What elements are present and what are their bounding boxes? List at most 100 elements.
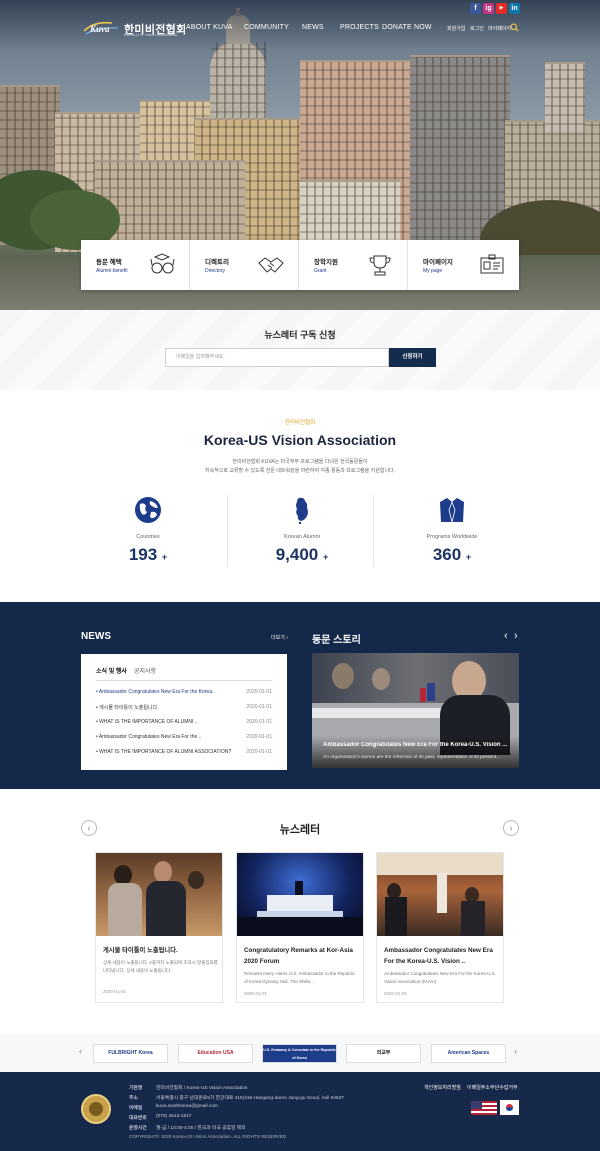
about-desc-line2: 지속적으로 교류할 수 있도록 전문 네트워킹을 마련하여 각종 활동과 프로그… [204, 468, 396, 474]
quick-title: 마이페이지 [423, 259, 453, 266]
signup-link[interactable]: 회원가입 [447, 25, 465, 32]
story-headline[interactable]: Ambassador Congratulates New Era For the… [323, 742, 508, 748]
story-title: 동문 스토리 [312, 635, 361, 646]
news-item-title: Ambassador Congratulates New Era For the… [98, 689, 215, 695]
partners-next-button[interactable]: › [514, 1046, 517, 1056]
id-card-icon [480, 254, 504, 274]
divider [96, 680, 272, 681]
subscribe-title: 뉴스레터 구독 신청 [264, 330, 336, 340]
us-flag-icon[interactable] [471, 1101, 497, 1115]
nav-about[interactable]: ABOUT KUVA [186, 24, 232, 31]
news-item[interactable]: • WHAT IS THE IMPORTANCE OF ALUMNI .. 202… [96, 719, 272, 725]
glasses-icon [150, 253, 175, 274]
news-item[interactable]: • WHAT IS THE IMPORTANCE OF ALUMNI ASSOC… [96, 749, 272, 755]
linkedin-icon[interactable]: in [509, 3, 520, 14]
card-image [377, 853, 503, 936]
card-date: 2020-01-01 [244, 991, 268, 996]
globe-icon [135, 497, 161, 523]
story-prev-button[interactable]: ‹ [504, 630, 508, 642]
nav-news[interactable]: NEWS [302, 24, 324, 31]
footer-value: (070) 4513-1517 [156, 1114, 192, 1119]
instagram-icon[interactable]: ig [483, 3, 494, 14]
quick-mypage[interactable]: 마이페이지 My page [408, 240, 519, 290]
stat-label: Programs Worldwide [426, 534, 478, 540]
quick-directory[interactable]: 디렉토리 Directory [190, 240, 299, 290]
org-subtitle: Korea-U.S. Vision Association [124, 32, 178, 37]
stat-value: 193 + [75, 545, 221, 565]
footer-value: 한미비전협회 / Korea-US Vision Association [156, 1086, 248, 1091]
nav-projects[interactable]: PROJECTS [340, 24, 379, 31]
quick-sub: Grant [314, 268, 327, 274]
footer-key: 대표번호 [129, 1116, 147, 1121]
quick-title: 장학지원 [314, 259, 338, 266]
email-policy-link[interactable]: 이메일주소무단수집거부 [467, 1084, 518, 1091]
news-item-title: Ambassador Congratulates New Era For the… [98, 734, 202, 740]
stat-number: 360 [432, 545, 462, 564]
news-item[interactable]: • Ambassador Congratulates New Era For t… [96, 734, 272, 740]
logo-icon[interactable]: Kuva [82, 17, 120, 37]
tab-events[interactable]: 소식 및 행사 [96, 666, 127, 675]
stat-value: 360 + [379, 545, 525, 565]
quick-grant[interactable]: 장학지원 Grant [299, 240, 408, 290]
stat-value: 9,400 + [229, 545, 375, 565]
newsletter-next-button[interactable]: › [503, 820, 519, 836]
card-title: Ambassador Congratulates New Era For the… [384, 947, 493, 965]
embassy-seal-icon [81, 1094, 111, 1124]
email-field[interactable]: 이메일을 입력해주세요. [165, 348, 389, 367]
news-item-title: WHAT IS THE IMPORTANCE OF ALUMNI .. [99, 719, 198, 725]
stat-alumni: Korean Alumni 9,400 + [229, 492, 375, 572]
privacy-link[interactable]: 개인정보처리방침 [424, 1084, 461, 1091]
news-item-date: 2020-01-01 [246, 719, 272, 725]
handshake-icon [258, 257, 284, 273]
partner-fulbright[interactable]: FULBRIGHT Korea [93, 1044, 168, 1063]
search-icon[interactable] [510, 23, 519, 32]
quick-sub: Alumni benefit [96, 268, 128, 274]
card-date: 2020-01-01 [384, 991, 408, 996]
footer-key: 운영시간 [129, 1126, 147, 1131]
nav-donate[interactable]: DONATE NOW [382, 24, 432, 31]
korea-flag-icon[interactable] [500, 1100, 519, 1115]
newsletter-card[interactable]: Congratulatory Remarks at Kor-Asia 2020 … [236, 852, 364, 1003]
partner-education-usa[interactable]: Education USA [178, 1044, 253, 1063]
stat-number: 9,400 [275, 545, 319, 564]
stat-plus: + [323, 552, 329, 562]
stat-label: Korean Alumni [284, 534, 320, 540]
divider [227, 495, 228, 567]
newsletter-prev-button[interactable]: ‹ [81, 820, 97, 836]
stat-plus: + [465, 552, 472, 562]
newsletter-card[interactable]: Ambassador Congratulates New Era For the… [376, 852, 504, 1003]
svg-text:Kuva: Kuva [89, 24, 110, 34]
tab-notice[interactable]: 공지사항 [134, 666, 156, 675]
stat-countries: Countries 193 + [75, 492, 221, 572]
card-date: 2020-01-01 [103, 989, 127, 994]
news-more-link[interactable]: 더보기 › [271, 634, 288, 641]
card-image [96, 853, 222, 936]
news-item[interactable]: • Ambassador Congratulates New Era For t… [96, 689, 272, 695]
nav-community[interactable]: COMMUNITY [244, 24, 289, 31]
card-summary: Remarks Harry Harris U.S. Ambassador to … [244, 971, 356, 984]
login-link[interactable]: 로그인 [470, 25, 484, 32]
subscribe-button[interactable]: 신청하기 [389, 348, 436, 367]
facebook-icon[interactable]: f [470, 3, 481, 14]
partners-prev-button[interactable]: ‹ [79, 1046, 82, 1056]
mypage-link[interactable]: 마이페이지 [488, 25, 511, 32]
news-item-date: 2020-01-01 [246, 749, 272, 755]
news-item-date: 2020-01-01 [246, 704, 272, 710]
card-summary: 상세 내용이 노출됩니다. 2줄까지 노출되며 초과시 말줄임표를 나타냅니다.… [103, 960, 218, 973]
stat-plus: + [161, 552, 168, 562]
news-item[interactable]: • 게시물 타이틀이 노출됩니다. 2020-01-01 [96, 704, 272, 711]
about-title: Korea-US Vision Association [203, 432, 397, 448]
newsletter-card[interactable]: 게시물 타이틀이 노출됩니다. 상세 내용이 노출됩니다. 2줄까지 노출되며 … [95, 852, 223, 1003]
story-next-button[interactable]: › [514, 630, 518, 642]
partner-mofa[interactable]: 외교부 [346, 1044, 421, 1063]
footer-key: 주소 [129, 1096, 138, 1101]
news-panel: 소식 및 행사 공지사항 • Ambassador Congratulates … [81, 654, 287, 770]
footer-value: 월-금 / 10:00-4:00 / 한국과 미국 공휴일 제외 [156, 1126, 246, 1131]
partner-us-embassy[interactable]: U.S. Embassy & Consulate in the Republic… [262, 1044, 337, 1063]
jacket-icon [440, 498, 464, 523]
news-title: NEWS [81, 631, 111, 642]
partner-american-spaces[interactable]: American Spaces [431, 1044, 506, 1063]
quick-alumni-benefit[interactable]: 동문 혜택 Alumni benefit [81, 240, 190, 290]
footer-value: 서울특별시 중구 남대문로5가 한강대로 416(416 Hangang-dae… [156, 1096, 344, 1101]
youtube-icon[interactable]: ▶ [496, 3, 507, 14]
